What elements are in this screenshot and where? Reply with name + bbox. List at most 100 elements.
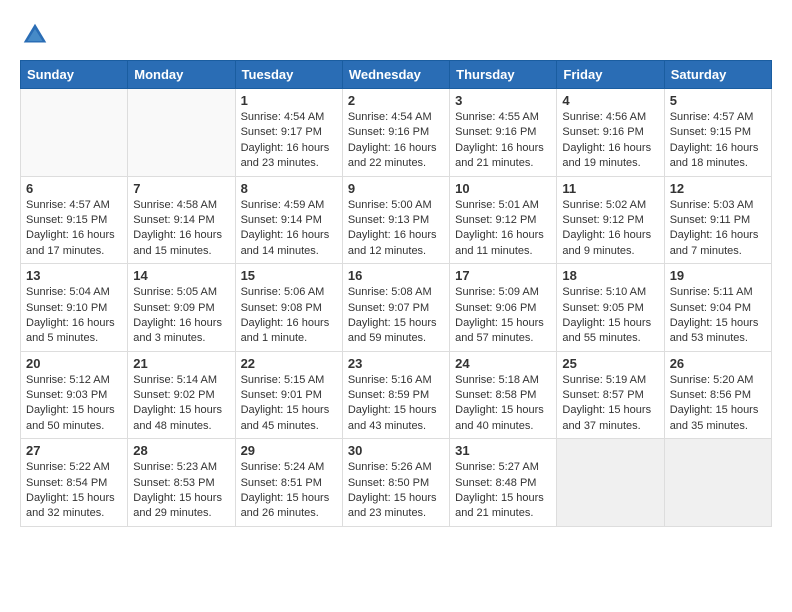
day-number: 25 xyxy=(562,356,658,371)
day-info: Sunrise: 5:22 AMSunset: 8:54 PMDaylight:… xyxy=(26,460,122,522)
day-info-line: Sunrise: 5:09 AM xyxy=(455,286,539,298)
day-number: 5 xyxy=(670,93,766,108)
day-header-sunday: Sunday xyxy=(21,61,128,89)
day-info-line: Daylight: 16 hours xyxy=(670,229,759,241)
day-info-line: Sunrise: 4:58 AM xyxy=(133,199,217,211)
day-info-line: Daylight: 16 hours xyxy=(241,229,330,241)
calendar-week-1: 1 Sunrise: 4:54 AM Sunset: 9:17 PM Daylight… xyxy=(21,89,772,177)
day-number: 28 xyxy=(133,443,229,458)
day-info-line: Sunrise: 4:57 AM xyxy=(670,111,754,123)
day-info-line: Sunrise: 4:59 AM xyxy=(241,199,325,211)
day-info: Sunrise: 5:16 AMSunset: 8:59 PMDaylight:… xyxy=(348,373,444,435)
day-info-line: Sunset: 9:16 PM xyxy=(348,126,429,138)
day-info: Sunrise: 5:20 AMSunset: 8:56 PMDaylight:… xyxy=(670,373,766,435)
day-info: Sunrise: 5:04 AMSunset: 9:10 PMDaylight:… xyxy=(26,285,122,347)
calendar-cell: 28Sunrise: 5:23 AMSunset: 8:53 PMDayligh… xyxy=(128,439,235,527)
day-info-line: and 18 minutes. xyxy=(670,157,748,169)
day-number: 14 xyxy=(133,268,229,283)
day-info-line: Daylight: 15 hours xyxy=(562,317,651,329)
day-info-line: Sunset: 8:56 PM xyxy=(670,389,751,401)
day-info: Sunrise: 4:58 AMSunset: 9:14 PMDaylight:… xyxy=(133,198,229,260)
day-info-line: Sunset: 9:06 PM xyxy=(455,302,536,314)
day-header-friday: Friday xyxy=(557,61,664,89)
calendar-cell: 22Sunrise: 5:15 AMSunset: 9:01 PMDayligh… xyxy=(235,351,342,439)
calendar-week-2: 6Sunrise: 4:57 AMSunset: 9:15 PMDaylight… xyxy=(21,176,772,264)
day-info-line: Daylight: 16 hours xyxy=(670,142,759,154)
day-info-line: Sunset: 9:15 PM xyxy=(26,214,107,226)
day-number: 6 xyxy=(26,181,122,196)
day-info-line: Sunrise: 5:24 AM xyxy=(241,461,325,473)
day-info: Sunrise: 5:26 AMSunset: 8:50 PMDaylight:… xyxy=(348,460,444,522)
calendar-cell: 10Sunrise: 5:01 AMSunset: 9:12 PMDayligh… xyxy=(450,176,557,264)
day-info-line: and 43 minutes. xyxy=(348,420,426,432)
day-info-line: and 9 minutes. xyxy=(562,245,634,257)
day-info-line: Sunrise: 4:54 AM xyxy=(348,111,432,123)
day-info-line: and 59 minutes. xyxy=(348,332,426,344)
day-info: Sunrise: 5:15 AMSunset: 9:01 PMDaylight:… xyxy=(241,373,337,435)
day-info-line: and 57 minutes. xyxy=(455,332,533,344)
day-info-line: Daylight: 16 hours xyxy=(455,142,544,154)
day-info-line: and 50 minutes. xyxy=(26,420,104,432)
day-number: 20 xyxy=(26,356,122,371)
day-info-line: Sunrise: 5:14 AM xyxy=(133,374,217,386)
calendar-cell: 14Sunrise: 5:05 AMSunset: 9:09 PMDayligh… xyxy=(128,264,235,352)
day-info-line: Sunset: 8:53 PM xyxy=(133,477,214,489)
day-info-line: Sunset: 9:17 PM xyxy=(241,126,322,138)
day-info: Sunrise: 4:59 AM Sunset: 9:14 PM Daylight:… xyxy=(241,198,337,260)
day-info-line: and 35 minutes. xyxy=(670,420,748,432)
calendar-cell: 5 Sunrise: 4:57 AMSunset: 9:15 PMDaylight… xyxy=(664,89,771,177)
day-info-line: Sunset: 9:07 PM xyxy=(348,302,429,314)
day-info-line: Daylight: 15 hours xyxy=(133,492,222,504)
day-info-line: Sunrise: 5:12 AM xyxy=(26,374,110,386)
day-info: Sunrise: 4:57 AMSunset: 9:15 PMDaylight:… xyxy=(670,110,766,172)
day-info-line: Daylight: 15 hours xyxy=(26,492,115,504)
day-info-line: and 53 minutes. xyxy=(670,332,748,344)
day-info-line: and 23 minutes. xyxy=(348,507,426,519)
day-info-line: Daylight: 15 hours xyxy=(670,317,759,329)
day-info-line: Sunset: 9:16 PM xyxy=(562,126,643,138)
day-info-line: and 45 minutes. xyxy=(241,420,319,432)
day-info-line: Sunrise: 4:55 AM xyxy=(455,111,539,123)
day-info-line: Daylight: 16 hours xyxy=(133,229,222,241)
day-info-line: Sunset: 9:03 PM xyxy=(26,389,107,401)
day-info-line: Sunrise: 5:00 AM xyxy=(348,199,432,211)
day-info-line: and 5 minutes. xyxy=(26,332,98,344)
day-info-line: Daylight: 16 hours xyxy=(562,142,651,154)
calendar-cell: 23Sunrise: 5:16 AMSunset: 8:59 PMDayligh… xyxy=(342,351,449,439)
day-number: 27 xyxy=(26,443,122,458)
day-info-line: Daylight: 16 hours xyxy=(562,229,651,241)
day-info-line: and 22 minutes. xyxy=(348,157,426,169)
day-info-line: Sunrise: 4:54 AM xyxy=(241,111,325,123)
day-number: 12 xyxy=(670,181,766,196)
day-info-line: Sunset: 8:58 PM xyxy=(455,389,536,401)
day-info-line: Sunrise: 5:20 AM xyxy=(670,374,754,386)
day-info-line: Daylight: 16 hours xyxy=(133,317,222,329)
calendar-cell: 18 Sunrise: 5:10 AMSunset: 9:05 PMDayligh… xyxy=(557,264,664,352)
calendar-week-5: 27 Sunrise: 5:22 AMSunset: 8:54 PMDayligh… xyxy=(21,439,772,527)
day-number: 10 xyxy=(455,181,551,196)
day-number: 9 xyxy=(348,181,444,196)
calendar-cell: 3Sunrise: 4:55 AMSunset: 9:16 PMDaylight… xyxy=(450,89,557,177)
calendar-cell: 11Sunrise: 5:02 AMSunset: 9:12 PMDayligh… xyxy=(557,176,664,264)
day-info-line: Sunrise: 5:22 AM xyxy=(26,461,110,473)
day-number: 1 xyxy=(241,93,337,108)
calendar-cell: 7Sunrise: 4:58 AMSunset: 9:14 PMDaylight… xyxy=(128,176,235,264)
day-info-line: and 48 minutes. xyxy=(133,420,211,432)
calendar-cell: 1 Sunrise: 4:54 AM Sunset: 9:17 PM Daylight… xyxy=(235,89,342,177)
day-info: Sunrise: 5:10 AMSunset: 9:05 PMDaylight:… xyxy=(562,285,658,347)
day-number: 18 xyxy=(562,268,658,283)
day-info-line: and 3 minutes. xyxy=(133,332,205,344)
day-info-line: Daylight: 15 hours xyxy=(455,492,544,504)
day-info-line: Daylight: 16 hours xyxy=(241,142,330,154)
day-info-line: Sunset: 8:59 PM xyxy=(348,389,429,401)
day-info-line: Sunset: 9:14 PM xyxy=(241,214,322,226)
day-info-line: Sunset: 8:50 PM xyxy=(348,477,429,489)
day-info-line: Sunrise: 5:10 AM xyxy=(562,286,646,298)
day-info: Sunrise: 5:19 AMSunset: 8:57 PMDaylight:… xyxy=(562,373,658,435)
day-info-line: Daylight: 15 hours xyxy=(133,404,222,416)
calendar-cell: 26Sunrise: 5:20 AMSunset: 8:56 PMDayligh… xyxy=(664,351,771,439)
day-info-line: Sunset: 9:12 PM xyxy=(455,214,536,226)
day-info-line: and 19 minutes. xyxy=(562,157,640,169)
day-header-monday: Monday xyxy=(128,61,235,89)
day-info: Sunrise: 4:54 AMSunset: 9:16 PMDaylight:… xyxy=(348,110,444,172)
